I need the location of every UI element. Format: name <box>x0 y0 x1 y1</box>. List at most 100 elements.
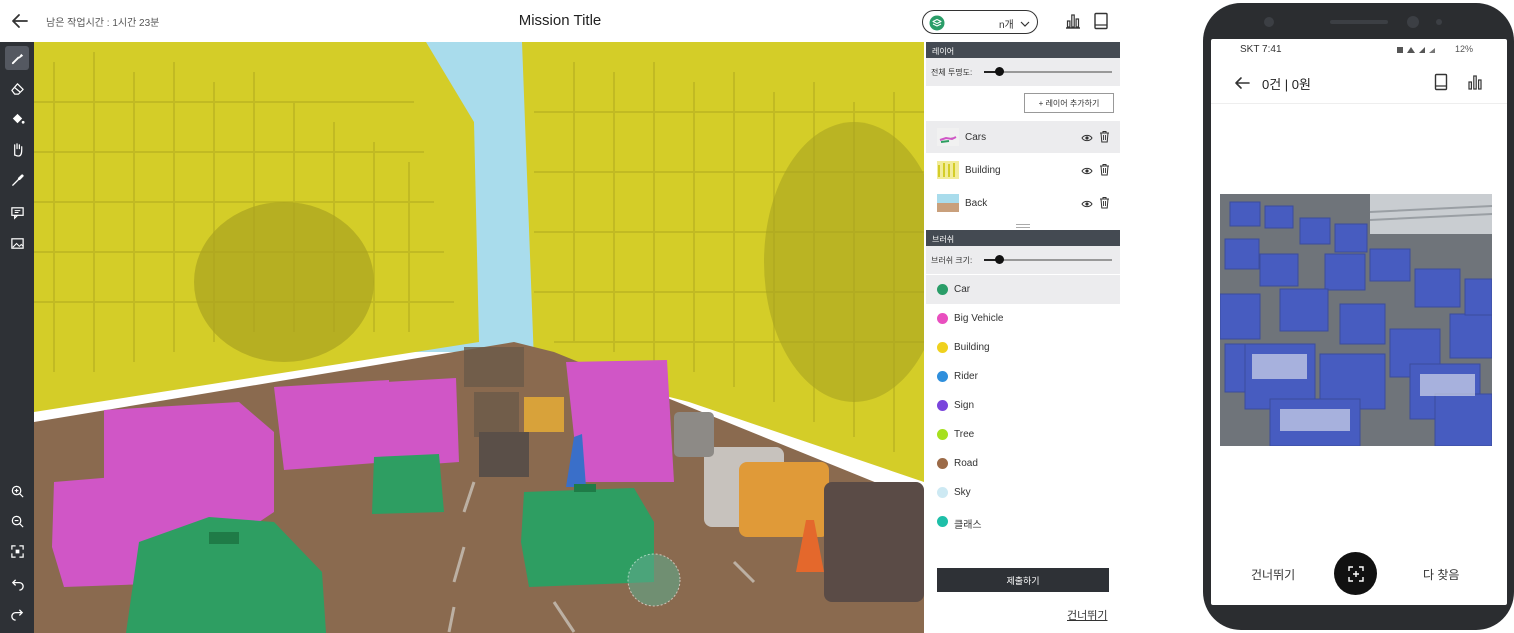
layer-row-cars[interactable]: Cars <box>926 121 1120 153</box>
class-name: Big Vehicle <box>954 313 1004 324</box>
phone-screen: SKT 7:41 12% 0건 | 0원 건너뛰기 다 찾음 <box>1211 39 1507 605</box>
add-layer-button[interactable]: + 레이어 추가하기 <box>1024 93 1114 113</box>
phone-mockup: SKT 7:41 12% 0건 | 0원 건너뛰기 다 찾음 <box>1203 3 1514 630</box>
count-title: 0건 | 0원 <box>1262 77 1311 92</box>
brush-size-slider-row: 브러쉬 크기: <box>926 246 1120 274</box>
class-color-dot <box>937 429 948 440</box>
class-item-sign[interactable]: Sign <box>926 391 1120 420</box>
layer-count-value: n개 <box>999 20 1014 31</box>
fit-screen-icon[interactable] <box>5 539 29 563</box>
class-item-building[interactable]: Building <box>926 333 1120 362</box>
brush-header: 브러쉬 <box>926 230 1120 246</box>
brush-tool-icon[interactable] <box>5 46 29 70</box>
scan-button[interactable] <box>1334 552 1377 595</box>
zoom-in-icon[interactable] <box>5 479 29 503</box>
eraser-tool-icon[interactable] <box>5 76 29 100</box>
skip-button[interactable]: 건너뛰기 <box>1251 566 1295 583</box>
remaining-time: 남은 작업시간 : 1시간 23분 <box>46 18 160 29</box>
back-arrow-icon[interactable] <box>1233 75 1251 91</box>
layers-header: 레이어 <box>926 42 1120 58</box>
visibility-eye-icon[interactable] <box>1081 164 1093 176</box>
phone-frame: SKT 7:41 12% 0건 | 0원 건너뛰기 다 찾음 <box>1203 3 1514 630</box>
guide-book-icon[interactable] <box>1093 12 1109 30</box>
layer-row-back[interactable]: Back <box>926 187 1120 219</box>
comment-icon[interactable] <box>5 200 29 224</box>
layer-thumbnail <box>937 194 959 212</box>
class-item-car[interactable]: Car <box>926 275 1120 304</box>
delete-trash-icon[interactable] <box>1099 130 1110 143</box>
redo-icon[interactable] <box>5 602 29 626</box>
guide-book-icon[interactable] <box>1434 73 1448 91</box>
segmented-street-image <box>34 42 924 633</box>
opacity-slider-knob[interactable] <box>995 67 1005 76</box>
traffic-detection-photo <box>1220 194 1492 446</box>
paint-bucket-icon[interactable] <box>5 106 29 130</box>
stats-icon[interactable] <box>1467 74 1483 90</box>
status-bar: SKT 7:41 12% <box>1211 39 1507 59</box>
visibility-eye-icon[interactable] <box>1081 197 1093 209</box>
undo-icon[interactable] <box>5 572 29 596</box>
submit-button[interactable]: 제출하기 <box>937 568 1109 592</box>
layer-brush-panel: 레이어 전체 투명도: + 레이어 추가하기 Cars Building Bac… <box>926 42 1120 633</box>
class-color-dot <box>937 487 948 498</box>
layer-name: Cars <box>965 132 987 143</box>
class-color-dot <box>937 516 948 527</box>
battery-percent: 12% <box>1455 44 1474 54</box>
top-bar: 남은 작업시간 : 1시간 23분 Mission Title n개 <box>0 0 1122 42</box>
class-color-dot <box>937 284 948 295</box>
all-found-button[interactable]: 다 찾음 <box>1423 566 1459 583</box>
annotation-tool: 남은 작업시간 : 1시간 23분 Mission Title n개 레이어 전… <box>0 0 1122 633</box>
layer-count-select[interactable]: n개 <box>922 10 1038 34</box>
class-color-dot <box>937 342 948 353</box>
image-icon[interactable] <box>5 231 29 255</box>
class-name: Tree <box>954 429 975 440</box>
layer-name: Back <box>965 198 988 209</box>
panel-resize-handle[interactable] <box>1016 224 1030 228</box>
opacity-label: 전체 투명도: <box>931 68 973 77</box>
delete-trash-icon[interactable] <box>1099 196 1110 209</box>
skip-link[interactable]: 건너뛰기 <box>1067 607 1107 623</box>
class-name: 클래스 <box>954 520 982 531</box>
class-name: Building <box>954 342 990 353</box>
status-battery: 12% <box>1395 44 1473 55</box>
tool-sidebar <box>0 42 34 633</box>
brush-size-label: 브러쉬 크기: <box>931 256 973 265</box>
brush-size-slider-knob[interactable] <box>995 255 1005 264</box>
class-item-big-vehicle[interactable]: Big Vehicle <box>926 304 1120 333</box>
class-color-dot <box>937 371 948 382</box>
eyedropper-icon[interactable] <box>5 168 29 192</box>
class-name: Rider <box>954 371 978 382</box>
class-color-dot <box>937 458 948 469</box>
class-color-dot <box>937 313 948 324</box>
delete-trash-icon[interactable] <box>1099 163 1110 176</box>
class-item-sky[interactable]: Sky <box>926 478 1120 507</box>
class-color-dot <box>937 400 948 411</box>
class-item-rider[interactable]: Rider <box>926 362 1120 391</box>
detection-image[interactable] <box>1220 194 1492 446</box>
app-bar: 0건 | 0원 <box>1211 64 1507 104</box>
back-arrow-icon[interactable] <box>10 11 30 31</box>
zoom-out-icon[interactable] <box>5 509 29 533</box>
status-time: SKT 7:41 <box>1240 44 1282 55</box>
layers-icon <box>929 15 945 31</box>
layer-thumbnail <box>937 128 959 146</box>
mission-title: Mission Title <box>518 12 602 29</box>
class-item-custom[interactable]: 클래스 <box>926 507 1120 536</box>
class-item-road[interactable]: Road <box>926 449 1120 478</box>
class-name: Sign <box>954 400 975 411</box>
chevron-down-icon <box>1019 17 1031 29</box>
class-name: Sky <box>954 487 971 498</box>
visibility-eye-icon[interactable] <box>1081 131 1093 143</box>
status-icons <box>1397 46 1435 53</box>
class-name: Road <box>954 458 978 469</box>
hand-pan-icon[interactable] <box>5 137 29 161</box>
layer-name: Building <box>965 165 1001 176</box>
class-item-tree[interactable]: Tree <box>926 420 1120 449</box>
class-name: Car <box>954 284 971 295</box>
stats-icon[interactable] <box>1064 12 1082 30</box>
layer-row-building[interactable]: Building <box>926 154 1120 186</box>
layer-thumbnail <box>937 161 959 179</box>
scan-frame-icon <box>1347 565 1364 582</box>
phone-top-bezel <box>1264 16 1442 28</box>
annotation-canvas[interactable] <box>34 42 924 633</box>
